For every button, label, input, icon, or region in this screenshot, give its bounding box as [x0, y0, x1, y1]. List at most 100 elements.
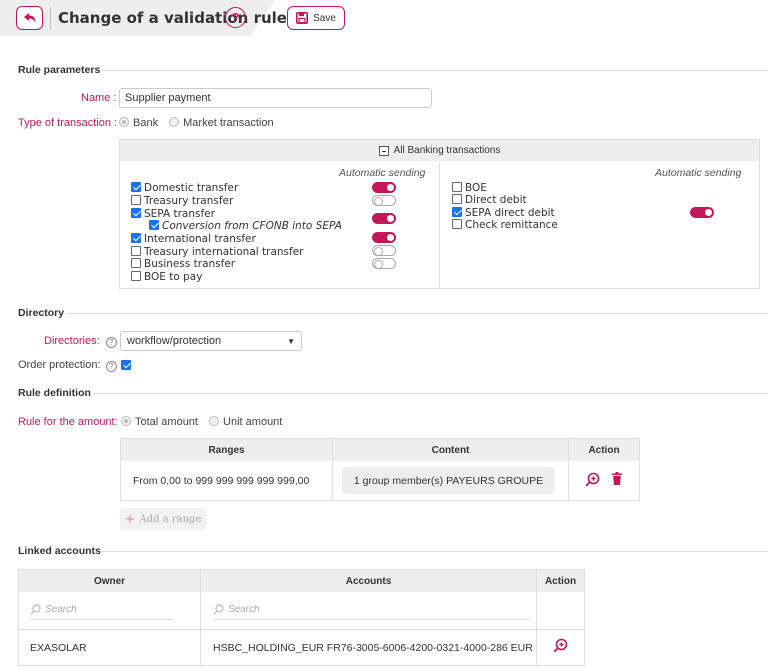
checkbox[interactable] [131, 182, 141, 192]
checkbox[interactable] [452, 207, 462, 217]
rule-parameters-heading: Rule parameters [18, 64, 101, 76]
back-arrow-icon [23, 13, 35, 23]
toggle-treasury-transfer[interactable] [372, 195, 396, 206]
cb-row-boe-to-pay[interactable]: BOE to pay [131, 271, 202, 283]
toggle-international-transfer[interactable] [372, 232, 396, 243]
radio-unit-label: Unit amount [223, 416, 283, 428]
checkbox[interactable] [452, 194, 462, 204]
name-label: Name : [81, 92, 117, 104]
toggle-business-transfer[interactable] [372, 258, 396, 269]
trash-icon[interactable] [612, 472, 622, 485]
order-protection-label: Order protection: ? [18, 359, 117, 372]
radio-unit-amount[interactable] [209, 416, 220, 426]
search-placeholder: Search [45, 604, 77, 615]
cb-label: Domestic transfer [144, 182, 239, 194]
col-header-owner: Owner [19, 570, 200, 592]
accounts-search-input[interactable]: Search [213, 600, 530, 620]
all-banking-header[interactable]: All Banking transactions [120, 140, 759, 161]
cb-label: Business transfer [144, 258, 236, 270]
cb-row-sepa-transfer[interactable]: SEPA transfer [131, 208, 215, 220]
search-icon [30, 604, 41, 615]
content-badge[interactable]: 1 group member(s) PAYEURS GROUPE [342, 467, 555, 494]
help-icon[interactable]: ? [105, 337, 117, 348]
rule-definition-heading: Rule definition [18, 387, 91, 399]
checkbox[interactable] [149, 220, 159, 230]
cb-label: BOE [465, 182, 487, 194]
name-input[interactable] [119, 88, 432, 108]
cb-label: BOE to pay [144, 271, 203, 283]
checkbox[interactable] [131, 233, 141, 243]
row-divider [19, 629, 584, 630]
help-icon[interactable]: ? [105, 361, 117, 372]
column-divider [536, 570, 537, 665]
page-title: Change of a validation rule [58, 9, 287, 27]
dropdown-arrow-icon: ▼ [287, 336, 295, 346]
owner-cell: EXASOLAR [30, 642, 87, 654]
save-label: Save [313, 12, 336, 24]
col-header-action: Action [569, 439, 639, 461]
add-range-button[interactable]: + Add a range [120, 508, 206, 530]
directories-select[interactable]: workflow/protection ▼ [120, 331, 302, 351]
radio-market-transaction[interactable] [169, 117, 180, 127]
checkbox[interactable] [131, 271, 141, 281]
section-divider [66, 313, 768, 314]
cb-row-business-transfer[interactable]: Business transfer [131, 258, 235, 270]
column-divider [568, 439, 569, 500]
transaction-type-radio-group: Bank Market transaction [119, 117, 282, 129]
cb-row-treasury-transfer[interactable]: Treasury transfer [131, 195, 233, 207]
radio-bank[interactable] [119, 117, 129, 127]
checkbox[interactable] [131, 195, 141, 205]
cb-row-treasury-international[interactable]: Treasury international transfer [131, 246, 303, 258]
cb-row-sepa-direct-debit[interactable]: SEPA direct debit [452, 207, 555, 219]
cb-label: SEPA direct debit [465, 207, 555, 219]
section-divider [93, 393, 768, 394]
cb-row-conversion-cfonb[interactable]: Conversion from CFONB into SEPA [149, 220, 342, 232]
radio-total-amount[interactable] [121, 416, 131, 426]
cb-label: Check remittance [465, 219, 558, 231]
owner-search-input[interactable]: Search [30, 600, 173, 620]
toggle-sepa-direct-debit[interactable] [690, 207, 714, 218]
cb-label: Treasury international transfer [144, 246, 304, 258]
col-header-action: Action [537, 570, 584, 592]
collapse-icon[interactable] [378, 145, 389, 156]
cb-label: Treasury transfer [144, 195, 234, 207]
cb-row-direct-debit[interactable]: Direct debit [452, 194, 527, 206]
cb-row-check-remittance[interactable]: Check remittance [452, 219, 558, 231]
zoom-in-icon[interactable] [553, 638, 568, 653]
plus-icon: + [124, 511, 136, 527]
column-divider [332, 439, 333, 500]
column-divider [439, 162, 440, 288]
amount-radio-group: Total amount Unit amount [121, 416, 290, 428]
zoom-in-icon[interactable] [585, 472, 600, 487]
account-cell: HSBC_HOLDING_EUR FR76-3005-6006-4200-032… [213, 642, 533, 654]
checkbox[interactable] [452, 182, 462, 192]
checkbox[interactable] [452, 219, 462, 229]
help-icon[interactable]: ? [225, 7, 246, 28]
toggle-treasury-international[interactable] [372, 245, 396, 256]
checkbox[interactable] [131, 208, 141, 218]
directories-label: Directories: ? [44, 335, 117, 348]
section-divider [100, 70, 768, 71]
save-button[interactable]: Save [287, 6, 345, 30]
auto-sending-right-heading: Automatic sending [655, 167, 742, 179]
all-banking-label: All Banking transactions [393, 145, 501, 156]
column-divider [200, 570, 201, 665]
col-header-content: Content [333, 439, 568, 461]
rule-amount-label: Rule for the amount: [18, 416, 118, 428]
range-cell: From 0,00 to 999 999 999 999 999,00 [133, 475, 310, 487]
cb-row-boe[interactable]: BOE [452, 182, 487, 194]
cb-row-international-transfer[interactable]: International transfer [131, 233, 256, 245]
toggle-domestic-transfer[interactable] [372, 182, 396, 193]
checkbox[interactable] [131, 258, 141, 268]
directories-label-text: Directories: [44, 335, 100, 347]
back-button[interactable] [16, 6, 43, 30]
toggle-sepa-transfer[interactable] [372, 213, 396, 224]
checkbox[interactable] [131, 246, 141, 256]
cb-label: Conversion from CFONB into SEPA [162, 220, 342, 232]
col-header-accounts: Accounts [201, 570, 536, 592]
cb-row-domestic-transfer[interactable]: Domestic transfer [131, 182, 238, 194]
cb-label: Direct debit [465, 194, 527, 206]
order-protection-checkbox[interactable] [121, 360, 131, 370]
cb-label: International transfer [144, 233, 256, 245]
linked-accounts-heading: Linked accounts [18, 545, 101, 557]
